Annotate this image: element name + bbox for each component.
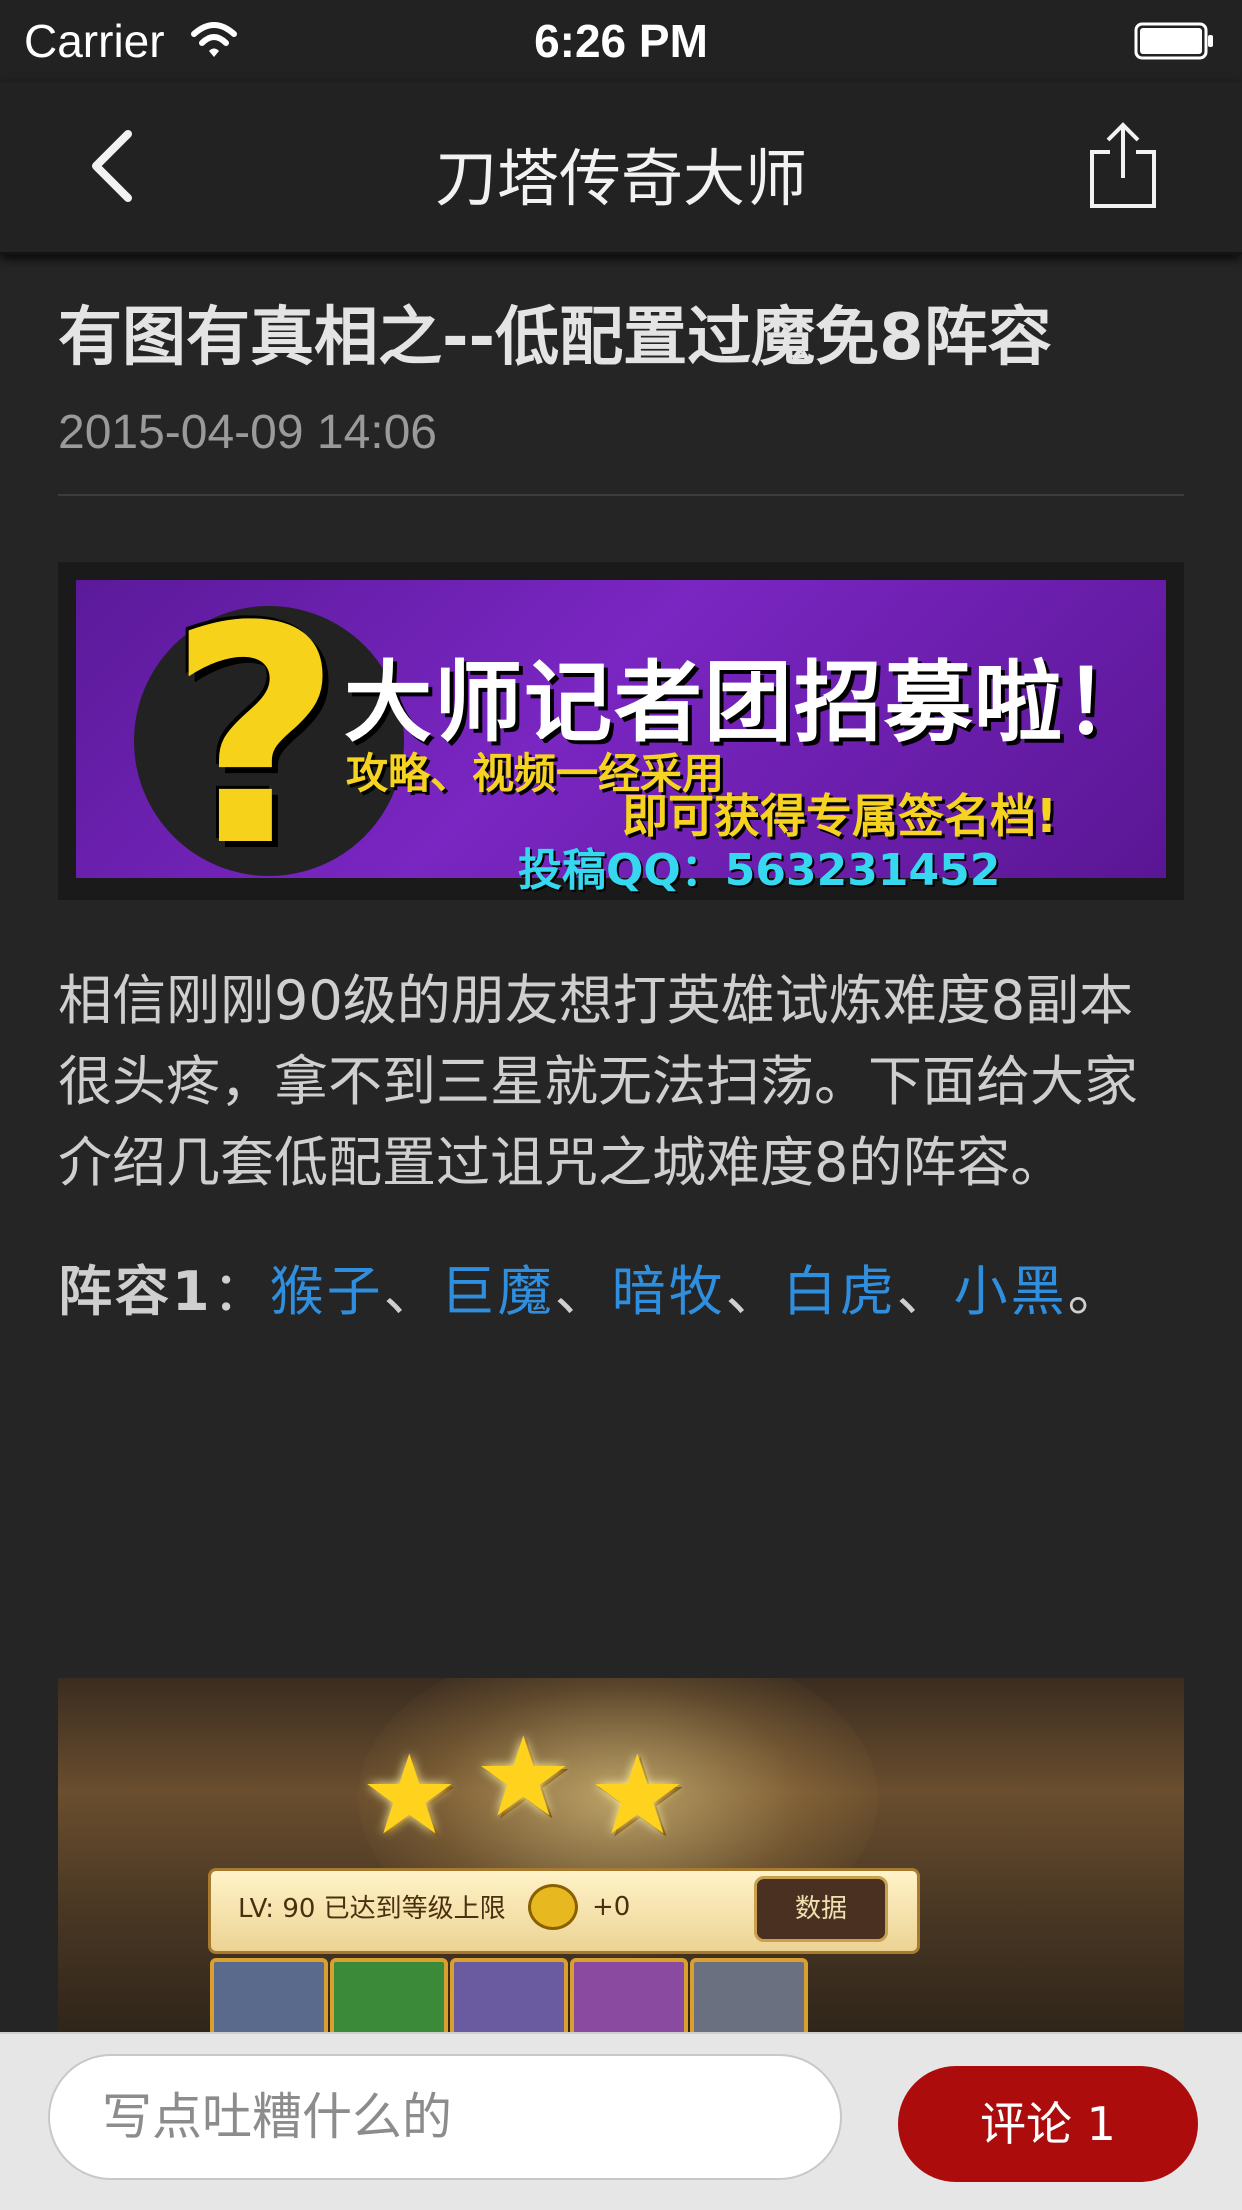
separator: 、 bbox=[725, 1259, 783, 1323]
separator: 、 bbox=[554, 1259, 612, 1323]
lineup-label: 阵容1 bbox=[58, 1259, 213, 1323]
coin-amount: +0 bbox=[592, 1892, 631, 1922]
hero-link-white-tiger[interactable]: 白虎 bbox=[783, 1260, 897, 1323]
status-bar: Carrier 6:26 PM bbox=[0, 0, 1242, 82]
article-paragraph: 相信刚刚90级的朋友想打英雄试炼难度8副本很头疼，拿不到三星就无法扫荡。下面给大… bbox=[58, 968, 1138, 1194]
separator: 、 bbox=[383, 1259, 441, 1323]
hero-link-monkey[interactable]: 猴子 bbox=[270, 1260, 384, 1323]
share-icon[interactable] bbox=[1086, 122, 1160, 210]
navigation-bar: 刀塔传奇大师 bbox=[0, 82, 1242, 255]
star-icon: ★ bbox=[474, 1713, 573, 1841]
star-icon: ★ bbox=[588, 1731, 687, 1859]
separator: 、 bbox=[896, 1259, 954, 1323]
question-mark-icon: ? bbox=[168, 562, 343, 900]
article-content: 有图有真相之--低配置过魔免8阵容 2015-04-09 14:06 ? 大师记… bbox=[58, 300, 1184, 1332]
divider bbox=[58, 493, 1184, 496]
lineup-colon: ： bbox=[212, 1259, 270, 1323]
comment-bar: 评论 1 bbox=[0, 2032, 1242, 2210]
lineup-end: 。 bbox=[1067, 1259, 1125, 1323]
comment-input[interactable] bbox=[48, 2054, 842, 2180]
lineup-paragraph: 阵容1：猴子、巨魔、暗牧、白虎、小黑。 bbox=[58, 1251, 1184, 1332]
page-title: 刀塔传奇大师 bbox=[434, 142, 807, 215]
article-date: 2015-04-09 14:06 bbox=[58, 405, 437, 459]
game-screenshot[interactable]: ★ ★ ★ LV: 90 已达到等级上限 +0 数据 bbox=[58, 1678, 1184, 2058]
battery-icon bbox=[1134, 22, 1213, 60]
banner-contact: 投稿QQ：563231452 bbox=[518, 844, 1001, 896]
hero-link-shadow-priest[interactable]: 暗牧 bbox=[612, 1260, 726, 1323]
clock: 6:26 PM bbox=[534, 15, 708, 67]
banner-background: ? 大师记者团招募啦！ 攻略、视频一经采用 即可获得专属签名档! 投稿QQ：56… bbox=[76, 579, 1166, 896]
data-button: 数据 bbox=[754, 1876, 888, 1942]
recruitment-banner[interactable]: ? 大师记者团招募啦！ 攻略、视频一经采用 即可获得专属签名档! 投稿QQ：56… bbox=[58, 561, 1184, 900]
hero-link-troll[interactable]: 巨魔 bbox=[441, 1260, 555, 1323]
hero-link-little-black[interactable]: 小黑 bbox=[954, 1260, 1068, 1323]
level-text: LV: 90 已达到等级上限 bbox=[238, 1894, 506, 1924]
star-icon: ★ bbox=[360, 1731, 459, 1859]
article-title: 有图有真相之--低配置过魔免8阵容 bbox=[58, 301, 1052, 375]
coin-icon bbox=[528, 1884, 578, 1930]
comment-button[interactable]: 评论 1 bbox=[898, 2066, 1198, 2182]
